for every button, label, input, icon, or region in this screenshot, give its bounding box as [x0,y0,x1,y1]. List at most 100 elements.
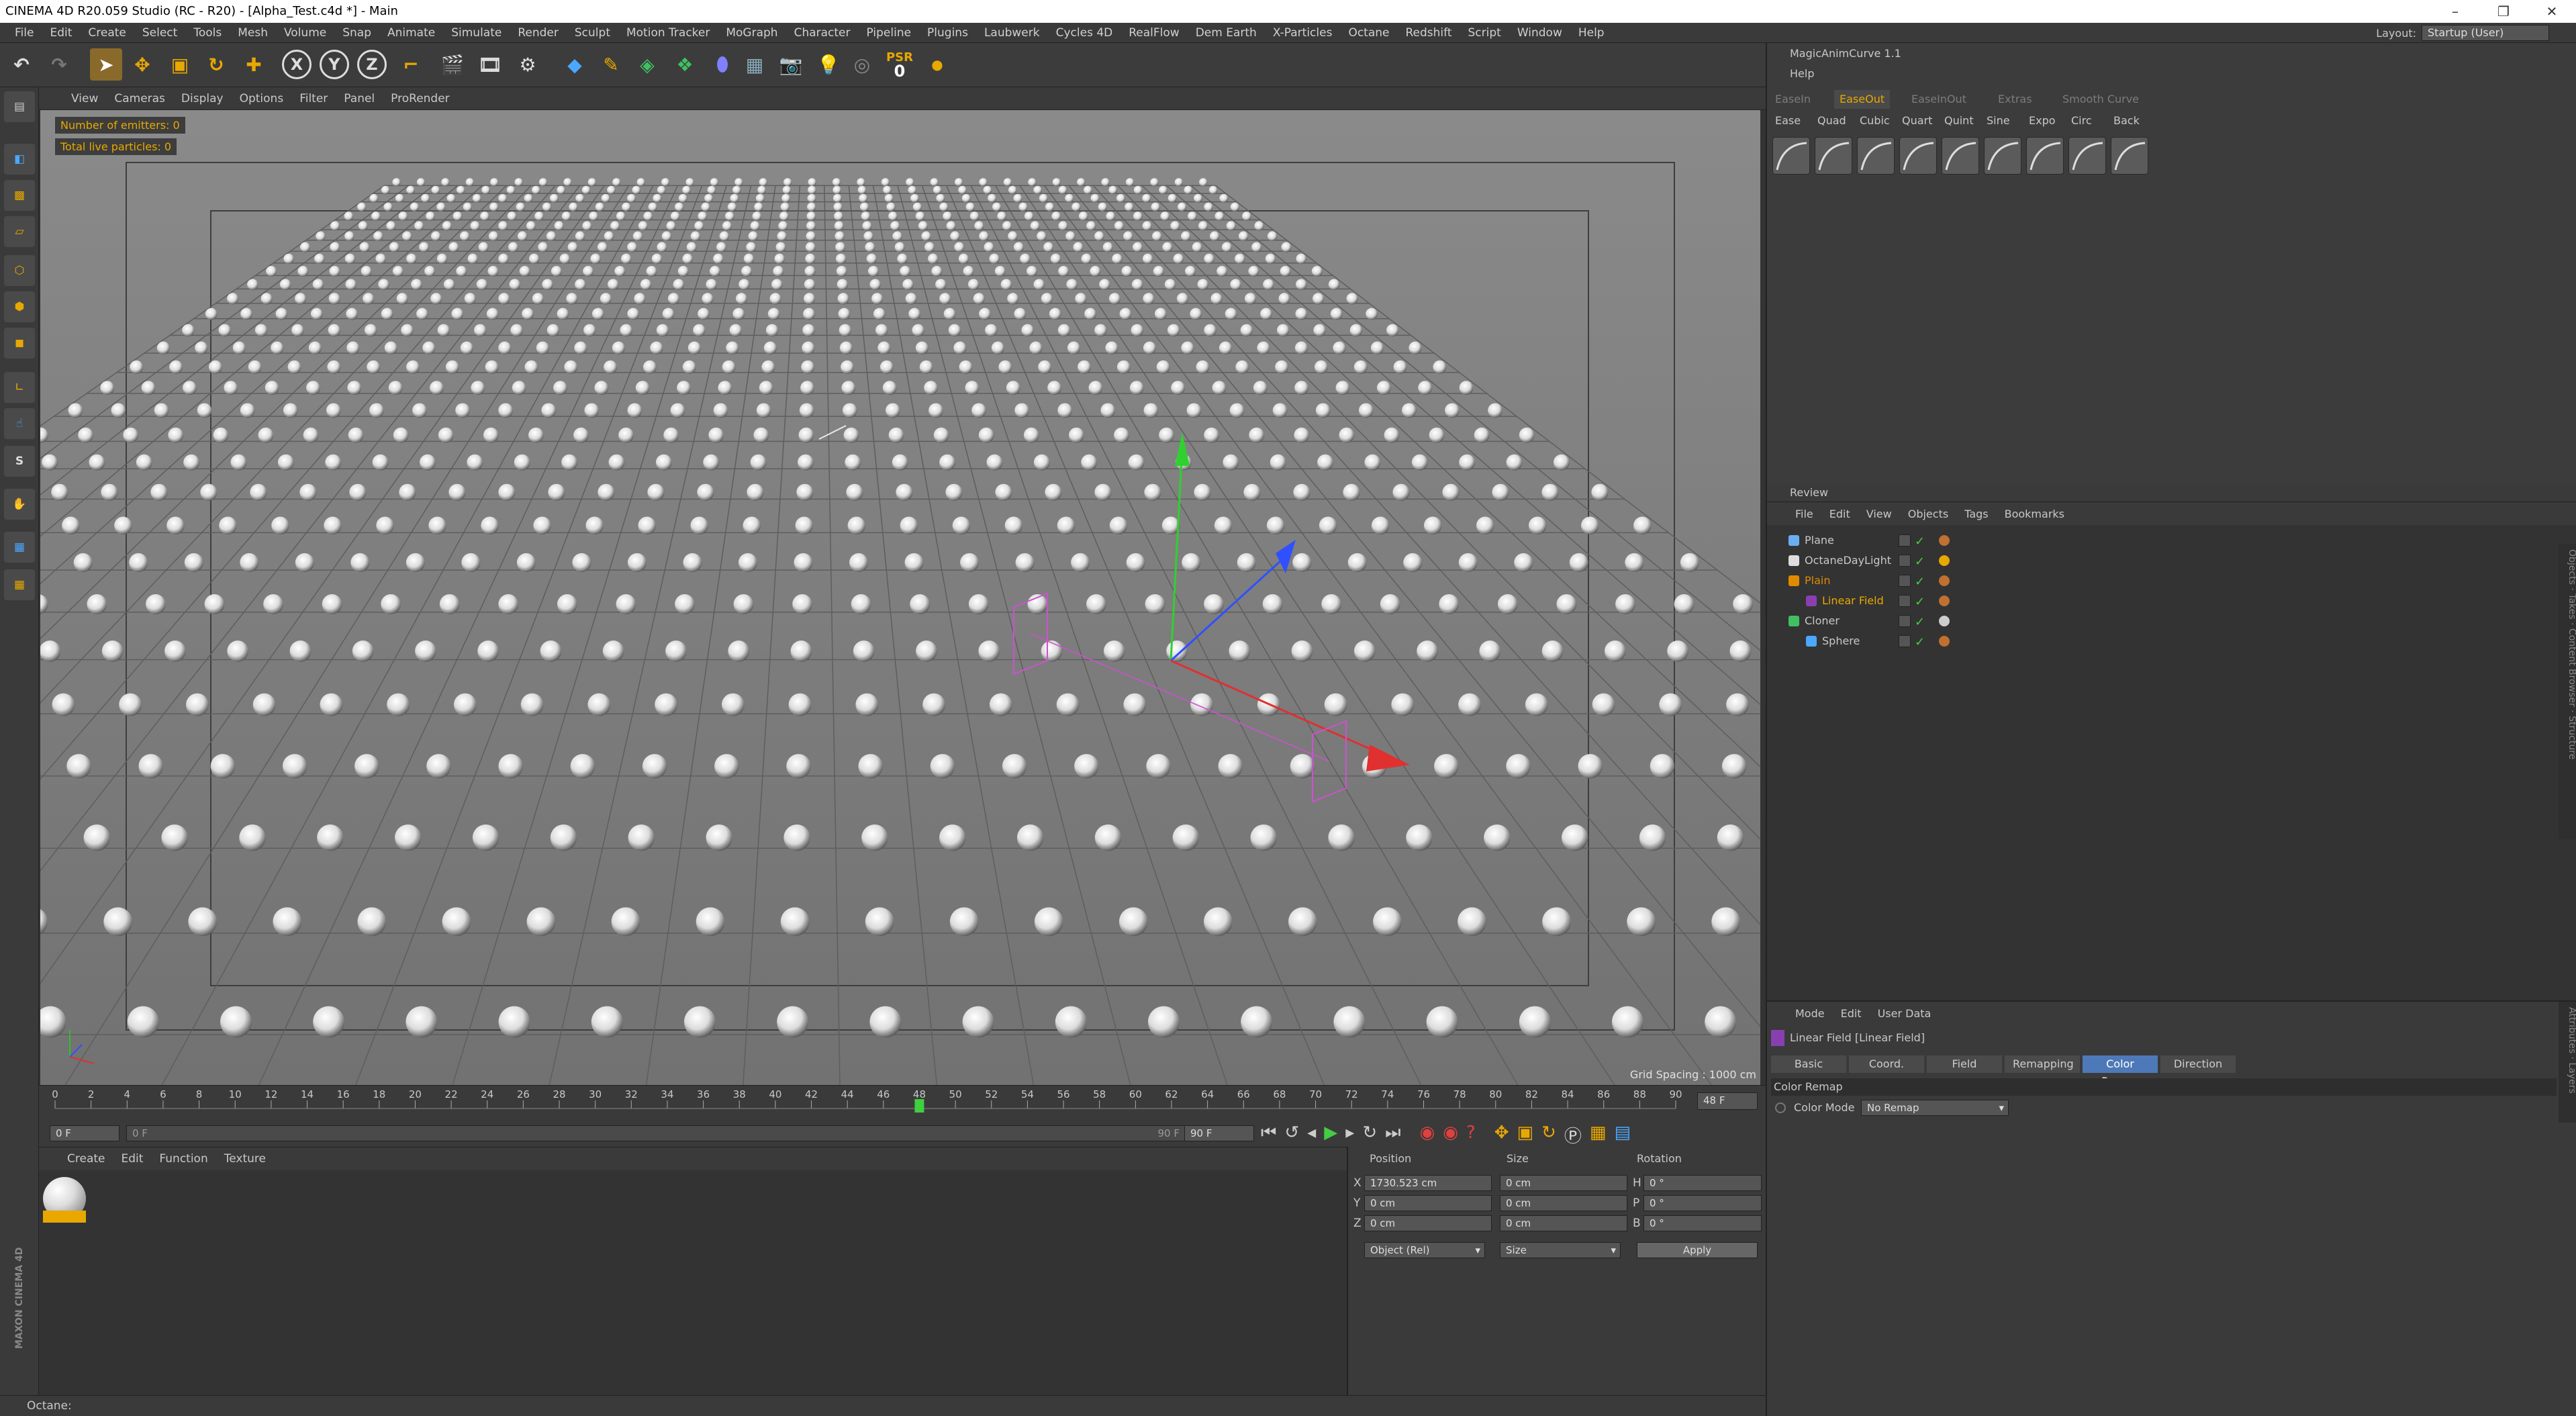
key-param-icon[interactable]: Ⓟ [1564,1123,1582,1147]
octane-icon[interactable]: ◎ [846,48,878,81]
goto-end-icon[interactable]: ⏭ [1385,1123,1400,1147]
enable-check-icon[interactable]: ✓ [1915,572,1925,592]
restore-icon[interactable]: ❐ [2479,0,2528,23]
next-frame-icon[interactable]: ▸ [1345,1123,1354,1147]
menu-item-animate[interactable]: Animate [379,26,443,40]
coord-mode-dropdown[interactable]: Object (Rel) ▾ [1364,1242,1485,1258]
animate-param-icon[interactable] [1775,1102,1786,1113]
menu-item-help[interactable]: Help [1570,26,1613,40]
color-mode-dropdown[interactable]: No Remap ▾ [1861,1100,2009,1116]
object-tag-icon[interactable] [1939,596,1950,606]
layout-dropdown[interactable]: Startup (User) [2422,25,2549,41]
size-y-field[interactable]: 0 cm [1500,1195,1627,1211]
menu-item-script[interactable]: Script [1460,26,1509,40]
scale-tool-icon[interactable]: ▣ [164,48,196,81]
pen-spline-icon[interactable]: ✎ [595,48,627,81]
viewport-menu-filter[interactable]: Filter [291,92,336,105]
visibility-toggle-icon[interactable] [1899,555,1911,567]
position-z-field[interactable]: 0 cm [1364,1215,1492,1231]
close-icon[interactable]: ✕ [2528,0,2576,23]
curve-back-button[interactable] [2111,137,2148,175]
curve-quad-button[interactable] [1815,137,1852,175]
z-axis-lock-icon[interactable]: Z [357,50,387,79]
play-icon[interactable]: ▶ [1324,1123,1337,1147]
edges-mode-icon[interactable]: ⬢ [4,291,35,322]
material-menu-function[interactable]: Function [151,1152,216,1166]
subdivision-icon[interactable]: ◈ [631,48,663,81]
coordinate-system-icon[interactable]: ⌐ [395,48,427,81]
render-settings-icon[interactable]: ⚙ [512,48,544,81]
menu-item-plugins[interactable]: Plugins [919,26,976,40]
menu-item-motion-tracker[interactable]: Motion Tracker [618,26,718,40]
timeline-window-icon[interactable]: ▤ [1614,1123,1631,1147]
curve-circ-button[interactable] [2068,137,2106,175]
object-tag-icon[interactable] [1939,535,1950,546]
prev-frame-icon[interactable]: ◂ [1307,1123,1316,1147]
apply-button[interactable]: Apply [1637,1242,1758,1258]
tweak-mode-icon[interactable]: ☝ [4,408,35,439]
visibility-toggle-icon[interactable] [1899,595,1911,607]
menu-item-tools[interactable]: Tools [185,26,230,40]
max-frame-field[interactable]: 90 F [1184,1125,1254,1141]
prev-key-icon[interactable]: ↺ [1284,1123,1299,1147]
menu-item-edit[interactable]: Edit [42,26,80,40]
key-position-icon[interactable]: ✥ [1494,1123,1509,1147]
size-z-field[interactable]: 0 cm [1500,1215,1627,1231]
enable-check-icon[interactable]: ✓ [1915,592,1925,612]
viewport-menu-prorender[interactable]: ProRender [383,92,458,105]
timeline-ruler[interactable]: 0 2 4 6 8 10 12 14 16 18 20 22 24 26 28 30 32 34 36 38 40 42 4… [39,1085,1766,1120]
object-menu-view[interactable]: View [1858,508,1900,520]
rotate-tool-icon[interactable]: ↻ [200,48,232,81]
attribute-tab-field[interactable]: Field [1927,1055,2002,1073]
curve-expo-button[interactable] [2026,137,2064,175]
magic-tab-smooth-curve[interactable]: Smooth Curve [2057,90,2144,109]
next-key-icon[interactable]: ↻ [1362,1123,1377,1147]
object-row-cloner[interactable]: Cloner ✓ [1771,611,2557,631]
floor-icon[interactable]: ▦ [738,48,771,81]
polygons-mode-icon[interactable]: ◼ [4,328,35,359]
playhead[interactable] [914,1099,924,1113]
enable-check-icon[interactable]: ✓ [1915,632,1925,653]
viewport-menu-display[interactable]: Display [173,92,232,105]
object-tag-icon[interactable] [1939,636,1950,647]
menu-item-character[interactable]: Character [786,26,859,40]
keyframe-selection-icon[interactable]: ? [1466,1123,1476,1147]
model-mode-icon[interactable]: ◧ [4,144,35,175]
material-menu-texture[interactable]: Texture [216,1152,274,1166]
curve-cubic-button[interactable] [1857,137,1895,175]
curve-quart-button[interactable] [1899,137,1937,175]
start-frame-field[interactable]: 0 F [50,1125,120,1141]
menu-item-create[interactable]: Create [80,26,134,40]
psr-widget[interactable]: PSR 0 [884,48,916,81]
axis-mode-icon[interactable]: ∟ [4,372,35,403]
attribute-tab-direction[interactable]: Direction [2160,1055,2236,1073]
magic-tab-easeinout[interactable]: EaseInOut [1906,90,1972,109]
curve-ease-button[interactable] [1772,137,1810,175]
menu-item-window[interactable]: Window [1509,26,1570,40]
material-menu-edit[interactable]: Edit [113,1152,152,1166]
object-menu-tags[interactable]: Tags [1956,508,1996,520]
move-tool-icon[interactable]: ✥ [126,48,158,81]
menu-item-cycles-4d[interactable]: Cycles 4D [1048,26,1121,40]
size-mode-dropdown[interactable]: Size ▾ [1500,1242,1621,1258]
visibility-toggle-icon[interactable] [1899,615,1911,627]
menu-item-file[interactable]: File [7,26,42,40]
key-pla-icon[interactable]: ▦ [1590,1123,1607,1147]
curve-sine-button[interactable] [1984,137,2021,175]
perspective-viewport[interactable]: Number of emitters: 0 Total live particl… [40,110,1760,1085]
object-menu-edit[interactable]: Edit [1821,508,1858,520]
enable-snap-icon[interactable]: ✋ [4,489,35,520]
attribute-tab-basic[interactable]: Basic [1771,1055,1846,1073]
deformer-icon[interactable]: ⬮ [706,48,738,81]
render-picture-viewer-icon[interactable]: 🎞 [474,48,506,81]
position-y-field[interactable]: 0 cm [1364,1195,1492,1211]
object-menu-objects[interactable]: Objects [1900,508,1956,520]
enable-check-icon[interactable]: ✓ [1915,612,1925,632]
undo-icon[interactable]: ↶ [5,48,38,81]
attribute-tab-color-remap[interactable]: Color Remap [2083,1055,2158,1088]
enable-check-icon[interactable]: ✓ [1915,532,1925,552]
attribute-menu-user-data[interactable]: User Data [1870,1007,1940,1020]
menu-item-volume[interactable]: Volume [276,26,334,40]
menu-item-mesh[interactable]: Mesh [230,26,276,40]
light-icon[interactable]: 💡 [812,48,845,81]
